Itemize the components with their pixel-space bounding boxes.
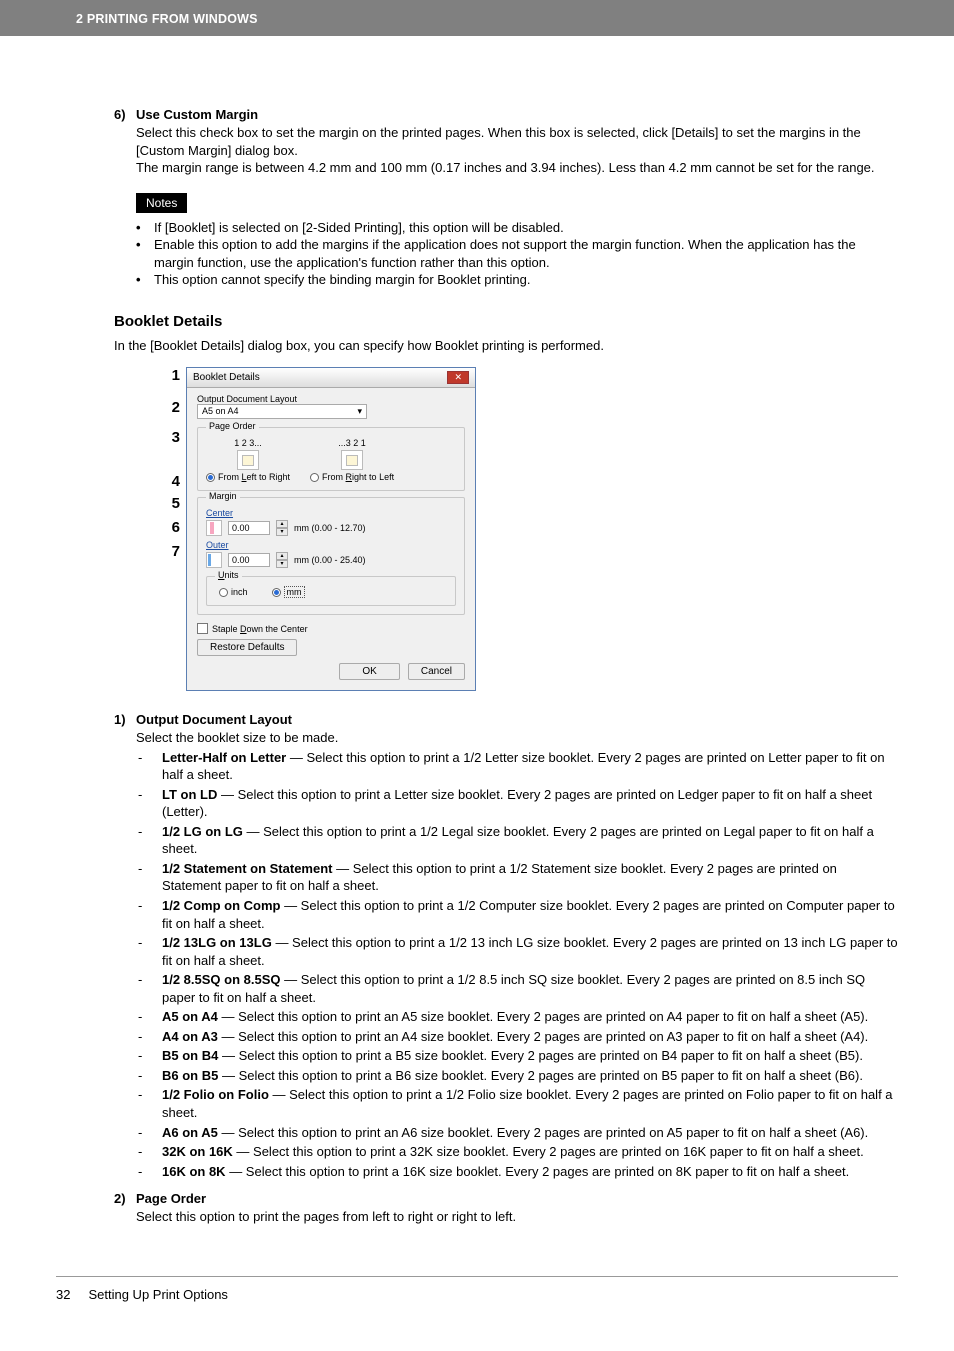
chevron-down-icon: ▾ <box>357 406 362 417</box>
option-item: -B5 on B4 — Select this option to print … <box>138 1047 898 1065</box>
notes-list: •If [Booklet] is selected on [2-Sided Pr… <box>114 219 898 289</box>
callout-numbers: 1 2 3 4 5 6 7 <box>114 367 186 565</box>
staple-checkbox-row[interactable]: Staple Down the Center <box>197 623 465 634</box>
item2-intro: Select this option to print the pages fr… <box>136 1208 898 1226</box>
ok-button[interactable]: OK <box>339 663 399 680</box>
note-1: If [Booklet] is selected on [2-Sided Pri… <box>154 219 564 237</box>
option-item: -B6 on B5 — Select this option to print … <box>138 1067 898 1085</box>
note-3: This option cannot specify the binding m… <box>154 271 531 289</box>
option-item: -1/2 LG on LG — Select this option to pr… <box>138 823 898 858</box>
option-item: -1/2 Folio on Folio — Select this option… <box>138 1086 898 1121</box>
item1-title: Output Document Layout <box>136 712 292 727</box>
booklet-heading: Booklet Details <box>114 313 898 330</box>
margin-group: Margin Center 0.00 ▴▾ mm (0.00 - 12.70) … <box>197 497 465 615</box>
close-icon[interactable]: ✕ <box>447 371 469 384</box>
restore-defaults-button[interactable]: Restore Defaults <box>197 639 297 656</box>
margin-outer-input[interactable]: 0.00 <box>228 553 270 567</box>
option-item: -1/2 Comp on Comp — Select this option t… <box>138 897 898 932</box>
page-footer: 32 Setting Up Print Options <box>56 1276 898 1302</box>
margin-center-icon <box>206 520 222 536</box>
item-2: 2) Page Order Select this option to prin… <box>114 1190 898 1226</box>
notes-label: Notes <box>136 193 187 213</box>
option-item: -1/2 Statement on Statement — Select thi… <box>138 860 898 895</box>
margin-center-range: mm (0.00 - 12.70) <box>294 523 366 533</box>
item1-intro: Select the booklet size to be made. <box>136 729 898 747</box>
item6-num: 6) <box>114 107 126 122</box>
spinner-buttons[interactable]: ▴▾ <box>276 520 288 536</box>
margin-outer-range: mm (0.00 - 25.40) <box>294 555 366 565</box>
radio-mm[interactable]: mm <box>272 587 305 597</box>
option-item: -16K on 8K — Select this option to print… <box>138 1163 898 1181</box>
note-2: Enable this option to add the margins if… <box>154 236 898 271</box>
units-group: Units inch mm <box>206 576 456 606</box>
option-item: -1/2 13LG on 13LG — Select this option t… <box>138 934 898 969</box>
item-6: 6) Use Custom Margin Select this check b… <box>114 106 898 177</box>
margin-outer-label: Outer <box>206 540 456 550</box>
option-item: -A4 on A3 — Select this option to print … <box>138 1028 898 1046</box>
output-layout-label: Output Document Layout <box>197 394 465 404</box>
item2-num: 2) <box>114 1191 126 1206</box>
radio-ltr[interactable]: From Left to Right <box>206 472 290 482</box>
checkbox-icon[interactable] <box>197 623 208 634</box>
dialog-title-text: Booklet Details <box>193 372 260 383</box>
page-number: 32 <box>56 1287 70 1302</box>
output-layout-select[interactable]: A5 on A4▾ <box>197 404 367 419</box>
margin-center-input[interactable]: 0.00 <box>228 521 270 535</box>
radio-inch[interactable]: inch <box>219 587 248 597</box>
dialog-figure: 1 2 3 4 5 6 7 Booklet Details ✕ Output D… <box>114 367 898 691</box>
item6-title: Use Custom Margin <box>136 107 258 122</box>
item-1: 1) Output Document Layout Select the boo… <box>114 711 898 1180</box>
dialog-titlebar: Booklet Details ✕ <box>187 368 475 388</box>
option-item: -A6 on A5 — Select this option to print … <box>138 1124 898 1142</box>
footer-title: Setting Up Print Options <box>88 1287 227 1302</box>
spinner-buttons[interactable]: ▴▾ <box>276 552 288 568</box>
cancel-button[interactable]: Cancel <box>408 663 465 680</box>
option-item: -1/2 8.5SQ on 8.5SQ — Select this option… <box>138 971 898 1006</box>
item2-title: Page Order <box>136 1191 206 1206</box>
margin-outer-icon <box>206 552 222 568</box>
item6-p2: The margin range is between 4.2 mm and 1… <box>136 159 898 177</box>
option-item: -32K on 16K — Select this option to prin… <box>138 1143 898 1161</box>
option-item: -LT on LD — Select this option to print … <box>138 786 898 821</box>
chapter-header: 2 PRINTING FROM WINDOWS <box>0 0 954 36</box>
option-item: -Letter-Half on Letter — Select this opt… <box>138 749 898 784</box>
item6-p1: Select this check box to set the margin … <box>136 124 898 159</box>
margin-center-label: Center <box>206 508 456 518</box>
page-order-rtl-icon <box>341 450 363 470</box>
page-order-group: Page Order 1 2 3... From Left to Right .… <box>197 427 465 491</box>
booklet-details-dialog: Booklet Details ✕ Output Document Layout… <box>186 367 476 691</box>
page-order-ltr-icon <box>237 450 259 470</box>
item1-num: 1) <box>114 712 126 727</box>
radio-rtl[interactable]: From Right to Left <box>310 472 394 482</box>
booklet-intro: In the [Booklet Details] dialog box, you… <box>114 338 898 353</box>
option-item: -A5 on A4 — Select this option to print … <box>138 1008 898 1026</box>
